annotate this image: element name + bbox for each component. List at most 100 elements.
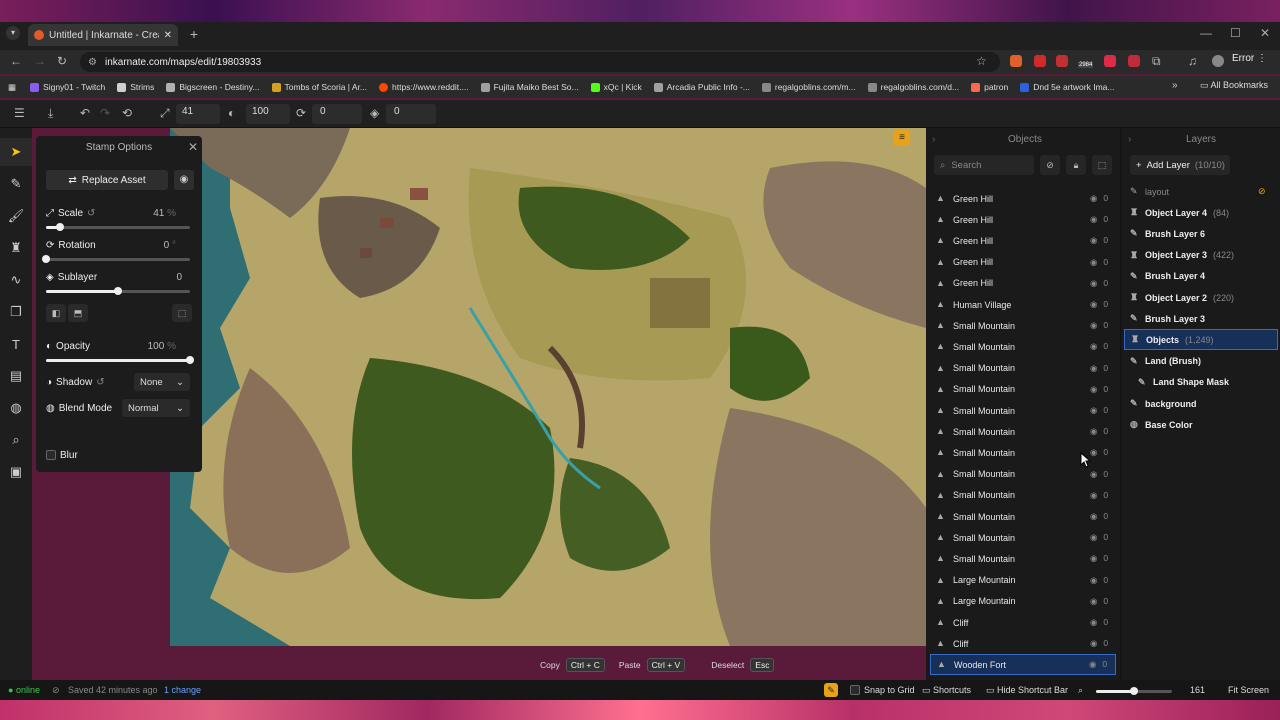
layers-stack-icon[interactable]: ◈ — [370, 106, 379, 120]
brush-tool-icon[interactable]: ✎ — [0, 170, 32, 198]
object-list-item[interactable]: ▲ Green Hill ◉ 0 — [930, 252, 1116, 273]
lock-icon[interactable]: 🔒︎ — [1066, 155, 1086, 175]
visibility-icon[interactable]: ◉ — [1090, 426, 1097, 437]
new-tab-button[interactable]: + — [186, 26, 202, 42]
visibility-icon[interactable]: ◉ — [1090, 596, 1097, 607]
rotation-slider-handle[interactable] — [42, 255, 50, 263]
stamp-tool-icon[interactable]: ♜ — [0, 234, 32, 262]
layer-item[interactable]: ✎ background — [1124, 393, 1278, 414]
url-field[interactable]: ⚙ inkarnate.com/maps/edit/19803933 — [80, 52, 1000, 72]
object-list-item[interactable]: ▲ Small Mountain ◉ 0 — [930, 485, 1116, 506]
bookmark-item[interactable]: https://www.reddit.... — [379, 82, 469, 92]
object-list-item[interactable]: ▲ Large Mountain ◉ 0 — [930, 591, 1116, 612]
object-list-item[interactable]: ▲ Small Mountain ◉ 0 — [930, 548, 1116, 569]
visibility-icon[interactable]: ◉ — [1090, 299, 1097, 310]
layer-item[interactable]: ♜ Objects (1,249) — [1124, 329, 1278, 351]
visibility-icon[interactable]: ◉ — [1090, 384, 1097, 395]
object-list-item[interactable]: ▲ Small Mountain ◉ 0 — [930, 421, 1116, 442]
forward-icon[interactable]: → — [34, 54, 46, 68]
flip-horizontal-icon[interactable]: ◧ — [46, 304, 66, 322]
close-icon[interactable]: ✕ — [188, 140, 198, 154]
layer-item[interactable]: ✎ Brush Layer 3 — [1124, 308, 1278, 329]
layer-item[interactable]: ✎ Land Shape Mask — [1124, 372, 1278, 393]
adblock-extension-icon[interactable] — [1056, 55, 1068, 67]
layer-item[interactable]: ✎ layout — [1124, 181, 1278, 202]
opacity-slider-handle[interactable] — [186, 356, 194, 364]
sublayer-slider-handle[interactable] — [114, 287, 122, 295]
visibility-icon[interactable]: ◉ — [1090, 235, 1097, 246]
window-close-icon[interactable]: ✕ — [1260, 26, 1270, 40]
visibility-icon[interactable]: ◉ — [1090, 257, 1097, 268]
site-info-icon[interactable]: ⚙ — [88, 57, 97, 68]
object-list-item[interactable]: ▲ Small Mountain ◉ 0 — [930, 358, 1116, 379]
layer-item[interactable]: ♜ Object Layer 3 (422) — [1124, 245, 1278, 266]
map-menu-icon[interactable]: ≡ — [894, 130, 910, 146]
blur-checkbox[interactable] — [46, 450, 56, 460]
visibility-icon[interactable]: ◉ — [1090, 278, 1097, 289]
snap-to-grid-checkbox[interactable] — [850, 685, 860, 695]
object-list-item[interactable]: ▲ Green Hill ◉ 0 — [930, 188, 1116, 209]
media-control-icon[interactable]: ♫ — [1188, 54, 1197, 68]
visibility-icon[interactable]: ◉ — [1090, 214, 1097, 225]
apps-grid-icon[interactable]: ▦ — [8, 82, 16, 93]
select-tool-icon[interactable]: ➤ — [0, 138, 32, 166]
visibility-icon[interactable]: ◉ — [1090, 511, 1097, 522]
extension-icon[interactable] — [1104, 55, 1116, 67]
reload-icon[interactable]: ↻ — [57, 54, 67, 68]
fit-screen-button[interactable]: Fit Screen — [1228, 685, 1269, 695]
extension-icon[interactable] — [1034, 55, 1046, 67]
redo-icon[interactable]: ↷ — [100, 106, 110, 120]
opacity-slider[interactable] — [46, 359, 190, 362]
visibility-icon[interactable]: ◉ — [1090, 490, 1097, 501]
object-list-item[interactable]: ▲ Small Mountain ◉ 0 — [930, 506, 1116, 527]
flip-vertical-icon[interactable]: ⬒ — [68, 304, 88, 322]
extensions-puzzle-icon[interactable]: ⧉ — [1152, 54, 1161, 69]
layer-item[interactable]: ◍ Base Color — [1124, 414, 1278, 435]
layer-item[interactable]: ♜ Object Layer 2 (220) — [1124, 287, 1278, 308]
changes-link[interactable]: 1 change — [164, 685, 201, 695]
bookmark-item[interactable]: Strims — [117, 82, 154, 92]
object-list-item[interactable]: ▲ Large Mountain ◉ 0 — [930, 570, 1116, 591]
zoom-slider-handle[interactable] — [1130, 687, 1138, 695]
scale-value[interactable]: 41 % — [136, 208, 176, 219]
paint-tool-icon[interactable]: 🖌︎ — [0, 202, 32, 230]
notes-tool-icon[interactable]: ▤ — [0, 362, 32, 390]
bookmark-item[interactable]: Bigscreen - Destiny... — [166, 82, 260, 92]
select-all-icon[interactable]: ⬚ — [1092, 155, 1112, 175]
bookmark-star-icon[interactable]: ☆ — [976, 54, 987, 68]
object-list-item[interactable]: ▲ Human Village ◉ 0 — [930, 294, 1116, 315]
color-picker-icon[interactable]: ◉ — [174, 170, 194, 190]
object-list-item[interactable]: ▲ Small Mountain ◉ 0 — [930, 315, 1116, 336]
object-list-item[interactable]: ▲ Small Mountain ◉ 0 — [930, 527, 1116, 548]
objects-search-input[interactable]: ⌕ Search — [934, 155, 1034, 175]
visibility-icon[interactable]: ◉ — [1090, 341, 1097, 352]
bookmarks-overflow-icon[interactable]: » — [1172, 80, 1178, 91]
profile-avatar[interactable] — [1212, 55, 1224, 67]
visibility-icon[interactable]: ◉ — [1090, 617, 1097, 628]
layer-item[interactable]: ✎ Land (Brush) — [1124, 351, 1278, 372]
add-layer-button[interactable]: + Add Layer (10/10) — [1130, 155, 1230, 175]
layer-item[interactable]: ♜ Object Layer 4 (84) — [1124, 202, 1278, 223]
layers-tool-icon[interactable]: ❐ — [0, 298, 32, 326]
zoom-value[interactable]: 161 — [1190, 685, 1205, 695]
visibility-icon[interactable]: ◉ — [1090, 638, 1097, 649]
reset-icon[interactable]: ↺ — [87, 208, 95, 219]
object-list-item[interactable]: ▲ Small Mountain ◉ 0 — [930, 400, 1116, 421]
object-list-item[interactable]: ▲ Green Hill ◉ 0 — [930, 230, 1116, 251]
browser-tab-active[interactable]: Untitled | Inkarnate - Create Fa… ✕ — [28, 24, 178, 46]
back-icon[interactable]: ← — [10, 54, 22, 68]
bookmark-item[interactable]: Arcadia Public Info -... — [653, 82, 750, 92]
save-tool-icon[interactable]: ▣ — [0, 458, 32, 486]
bounding-box-icon[interactable]: ⬚ — [172, 304, 192, 322]
object-list-item[interactable]: ▲ Small Mountain ◉ 0 — [930, 379, 1116, 400]
size-icon[interactable]: ⤢ — [160, 106, 170, 121]
shortcuts-button[interactable]: ▭ Shortcuts — [922, 685, 971, 696]
object-list-item[interactable]: ▲ Green Hill ◉ 0 — [930, 273, 1116, 294]
maximize-icon[interactable]: ☐ — [1230, 26, 1241, 40]
export-icon[interactable]: ⤓ — [48, 106, 53, 121]
all-bookmarks-button[interactable]: ▭ All Bookmarks — [1200, 80, 1268, 91]
sublayer-value[interactable]: 0 — [142, 272, 182, 283]
zoom-out-icon[interactable]: ⌕ — [1078, 685, 1083, 696]
hamburger-menu-icon[interactable]: ☰ — [14, 106, 25, 120]
rotation-value[interactable]: 0 ° — [136, 240, 176, 251]
